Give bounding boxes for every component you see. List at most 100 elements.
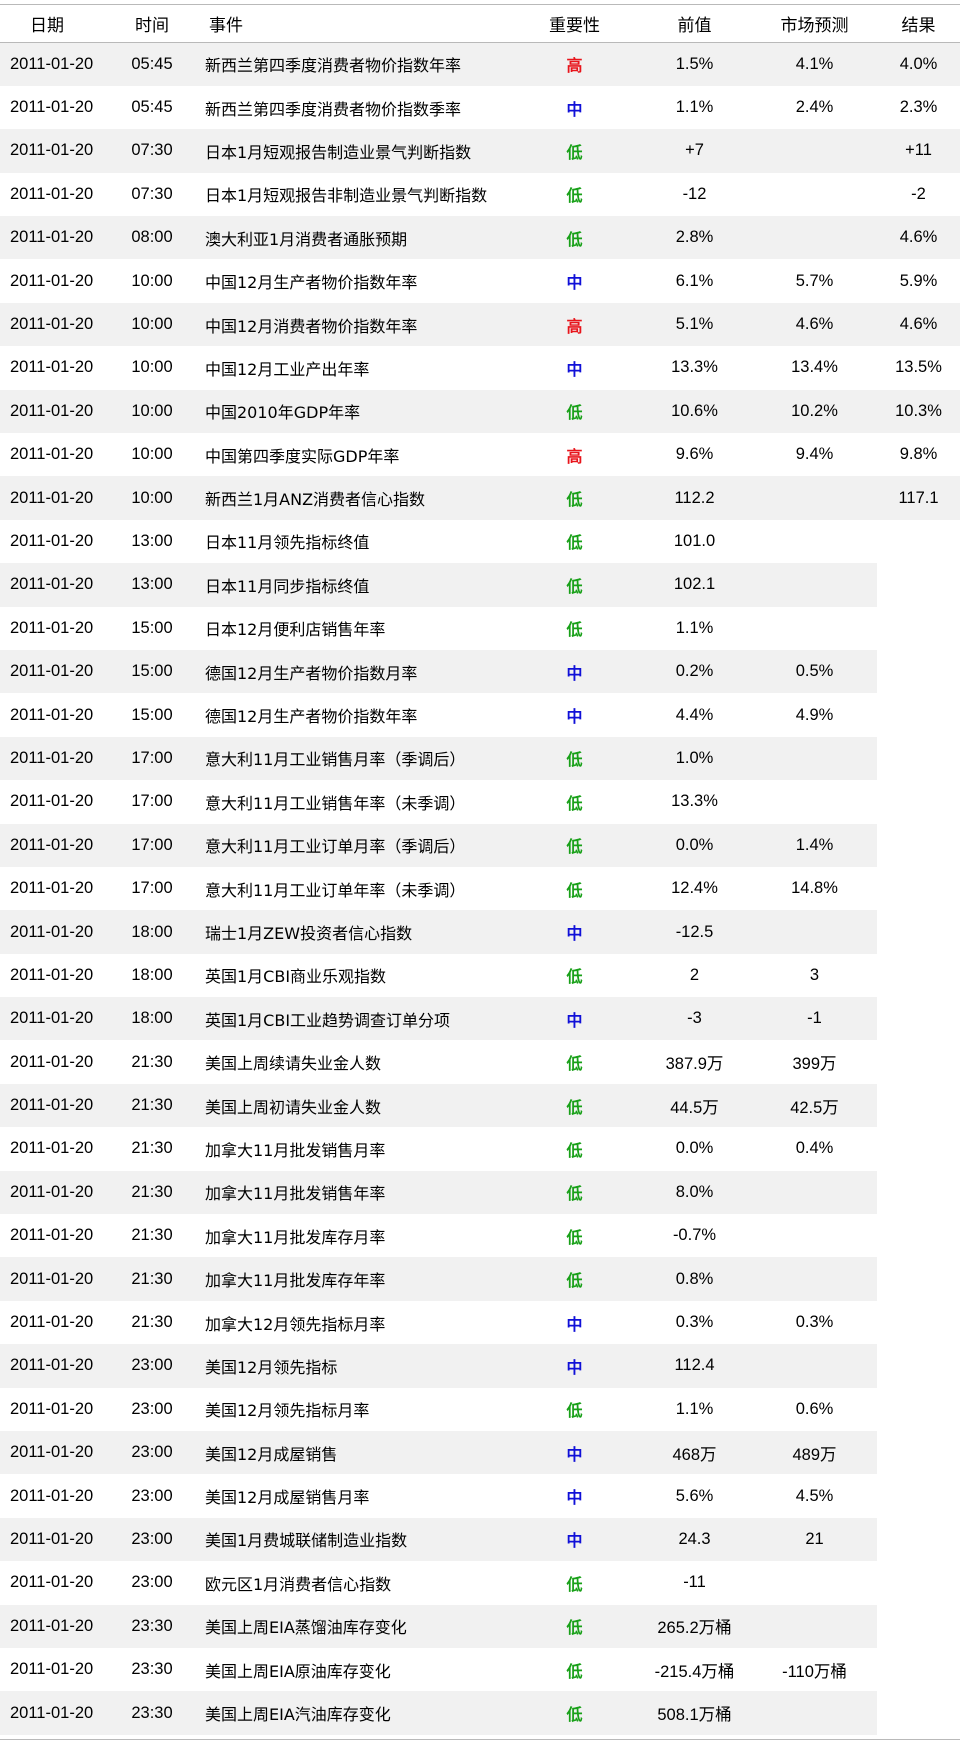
cell-importance: 中 bbox=[512, 997, 637, 1041]
cell-forecast: 0.3% bbox=[752, 1300, 877, 1345]
cell-previous: 0.2% bbox=[637, 649, 752, 694]
cell-time: 17:00 bbox=[105, 780, 199, 824]
table-row: 2011-01-20 18:00 瑞士1月ZEW投资者信心指数中 -12.5 bbox=[0, 910, 960, 954]
cell-date: 2011-01-20 bbox=[0, 563, 105, 607]
cell-date: 2011-01-20 bbox=[0, 216, 105, 260]
cell-date: 2011-01-20 bbox=[0, 1300, 105, 1345]
cell-actual bbox=[877, 910, 960, 953]
cell-time: 10:00 bbox=[105, 389, 199, 434]
cell-forecast: 489万 bbox=[752, 1431, 877, 1475]
cell-time: 18:00 bbox=[105, 997, 199, 1041]
cell-time: 15:00 bbox=[105, 649, 199, 694]
cell-event: 日本1月短观报告非制造业景气判断指数 bbox=[199, 172, 512, 217]
cell-importance: 低 bbox=[512, 606, 637, 650]
table-row: 2011-01-20 23:00 美国1月费城联储制造业指数中 24.3 21 bbox=[0, 1517, 960, 1562]
cell-event: 美国上周EIA蒸馏油库存变化 bbox=[199, 1604, 512, 1648]
cell-actual bbox=[877, 1648, 960, 1691]
cell-date: 2011-01-20 bbox=[0, 823, 105, 867]
table-row: 2011-01-20 17:00 意大利11月工业销售月率（季调后）低 1.0% bbox=[0, 736, 960, 781]
cell-time: 23:30 bbox=[105, 1691, 199, 1735]
header-event: 事件 bbox=[199, 4, 512, 43]
cell-previous: 0.8% bbox=[637, 1257, 752, 1301]
cell-time: 17:00 bbox=[105, 866, 199, 911]
cell-time: 21:30 bbox=[105, 1127, 199, 1171]
cell-date: 2011-01-20 bbox=[0, 606, 105, 650]
cell-previous: 8.0% bbox=[637, 1170, 752, 1215]
cell-date: 2011-01-20 bbox=[0, 1517, 105, 1562]
cell-date: 2011-01-20 bbox=[0, 997, 105, 1041]
cell-importance: 高 bbox=[512, 302, 637, 347]
cell-event: 加拿大12月领先指标月率 bbox=[199, 1300, 512, 1345]
cell-date: 2011-01-20 bbox=[0, 1083, 105, 1128]
cell-forecast bbox=[752, 172, 877, 217]
cell-event: 美国1月费城联储制造业指数 bbox=[199, 1517, 512, 1562]
cell-previous: 4.4% bbox=[637, 693, 752, 737]
cell-actual bbox=[877, 780, 960, 823]
cell-actual bbox=[877, 1561, 960, 1604]
cell-importance: 中 bbox=[512, 1474, 637, 1518]
cell-event: 欧元区1月消费者信心指数 bbox=[199, 1561, 512, 1605]
cell-actual bbox=[877, 1691, 960, 1734]
cell-importance: 低 bbox=[512, 736, 637, 781]
cell-importance: 中 bbox=[512, 346, 637, 390]
cell-forecast: 10.2% bbox=[752, 389, 877, 434]
cell-forecast bbox=[752, 1561, 877, 1605]
cell-event: 意大利11月工业订单年率（未季调） bbox=[199, 866, 512, 911]
cell-event: 意大利11月工业订单月率（季调后） bbox=[199, 823, 512, 867]
cell-forecast: 2.4% bbox=[752, 85, 877, 130]
table-row: 2011-01-20 05:45 新西兰第四季度消费者物价指数季率中 1.1% 2.4%… bbox=[0, 85, 960, 130]
cell-actual bbox=[877, 1084, 960, 1127]
cell-actual: +11 bbox=[877, 129, 960, 173]
cell-previous: 101.0 bbox=[637, 519, 752, 564]
cell-date: 2011-01-20 bbox=[0, 476, 105, 520]
cell-actual bbox=[877, 867, 960, 910]
cell-importance: 低 bbox=[512, 780, 637, 824]
table-row: 2011-01-20 15:00 德国12月生产者物价指数年率中 4.4% 4.9% bbox=[0, 693, 960, 737]
cell-actual: 4.6% bbox=[877, 302, 960, 347]
cell-date: 2011-01-20 bbox=[0, 1127, 105, 1171]
cell-previous: 0.3% bbox=[637, 1300, 752, 1345]
cell-event: 新西兰1月ANZ消费者信心指数 bbox=[199, 476, 512, 520]
table-row: 2011-01-20 15:00 日本12月便利店销售年率低 1.1% bbox=[0, 606, 960, 650]
cell-actual bbox=[877, 737, 960, 780]
cell-actual: 4.0% bbox=[877, 42, 960, 86]
cell-date: 2011-01-20 bbox=[0, 1691, 105, 1735]
cell-importance: 低 bbox=[512, 1040, 637, 1084]
cell-importance: 中 bbox=[512, 85, 637, 130]
cell-importance: 中 bbox=[512, 1300, 637, 1345]
table-row: 2011-01-20 08:00 澳大利亚1月消费者通胀预期低 2.8% 4.6% bbox=[0, 216, 960, 260]
cell-time: 07:30 bbox=[105, 172, 199, 217]
table-row: 2011-01-20 10:00 中国12月消费者物价指数年率高 5.1% 4.6% 4.… bbox=[0, 302, 960, 347]
cell-date: 2011-01-20 bbox=[0, 693, 105, 737]
cell-event: 中国2010年GDP年率 bbox=[199, 389, 512, 434]
cell-forecast: 3 bbox=[752, 953, 877, 998]
cell-event: 美国12月领先指标 bbox=[199, 1344, 512, 1388]
cell-previous: 468万 bbox=[637, 1431, 752, 1475]
cell-date: 2011-01-20 bbox=[0, 1561, 105, 1605]
cell-forecast: 9.4% bbox=[752, 433, 877, 477]
cell-forecast: 21 bbox=[752, 1517, 877, 1562]
cell-forecast: 4.1% bbox=[752, 42, 877, 86]
cell-event: 日本11月同步指标终值 bbox=[199, 563, 512, 607]
cell-forecast: 5.7% bbox=[752, 259, 877, 303]
cell-previous: 0.0% bbox=[637, 1127, 752, 1171]
cell-time: 10:00 bbox=[105, 259, 199, 303]
cell-previous: 9.6% bbox=[637, 433, 752, 477]
cell-previous: -12.5 bbox=[637, 910, 752, 954]
cell-date: 2011-01-20 bbox=[0, 1647, 105, 1692]
cell-event: 新西兰第四季度消费者物价指数季率 bbox=[199, 85, 512, 130]
cell-previous: -0.7% bbox=[637, 1214, 752, 1258]
cell-actual bbox=[877, 1605, 960, 1648]
cell-forecast bbox=[752, 1170, 877, 1215]
cell-actual bbox=[877, 1171, 960, 1214]
cell-importance: 低 bbox=[512, 866, 637, 911]
table-row: 2011-01-20 05:45 新西兰第四季度消费者物价指数年率高 1.5% 4.1%… bbox=[0, 42, 960, 86]
economic-calendar-table: 日期 时间 事件 重要性 前值 市场预测 结果 2011-01-20 05:45 新… bbox=[0, 4, 960, 1735]
cell-previous: 6.1% bbox=[637, 259, 752, 303]
cell-importance: 中 bbox=[512, 1431, 637, 1475]
cell-time: 18:00 bbox=[105, 910, 199, 954]
cell-event: 日本1月短观报告制造业景气判断指数 bbox=[199, 129, 512, 173]
cell-importance: 低 bbox=[512, 1083, 637, 1128]
cell-event: 美国12月成屋销售月率 bbox=[199, 1474, 512, 1518]
cell-event: 德国12月生产者物价指数年率 bbox=[199, 693, 512, 737]
